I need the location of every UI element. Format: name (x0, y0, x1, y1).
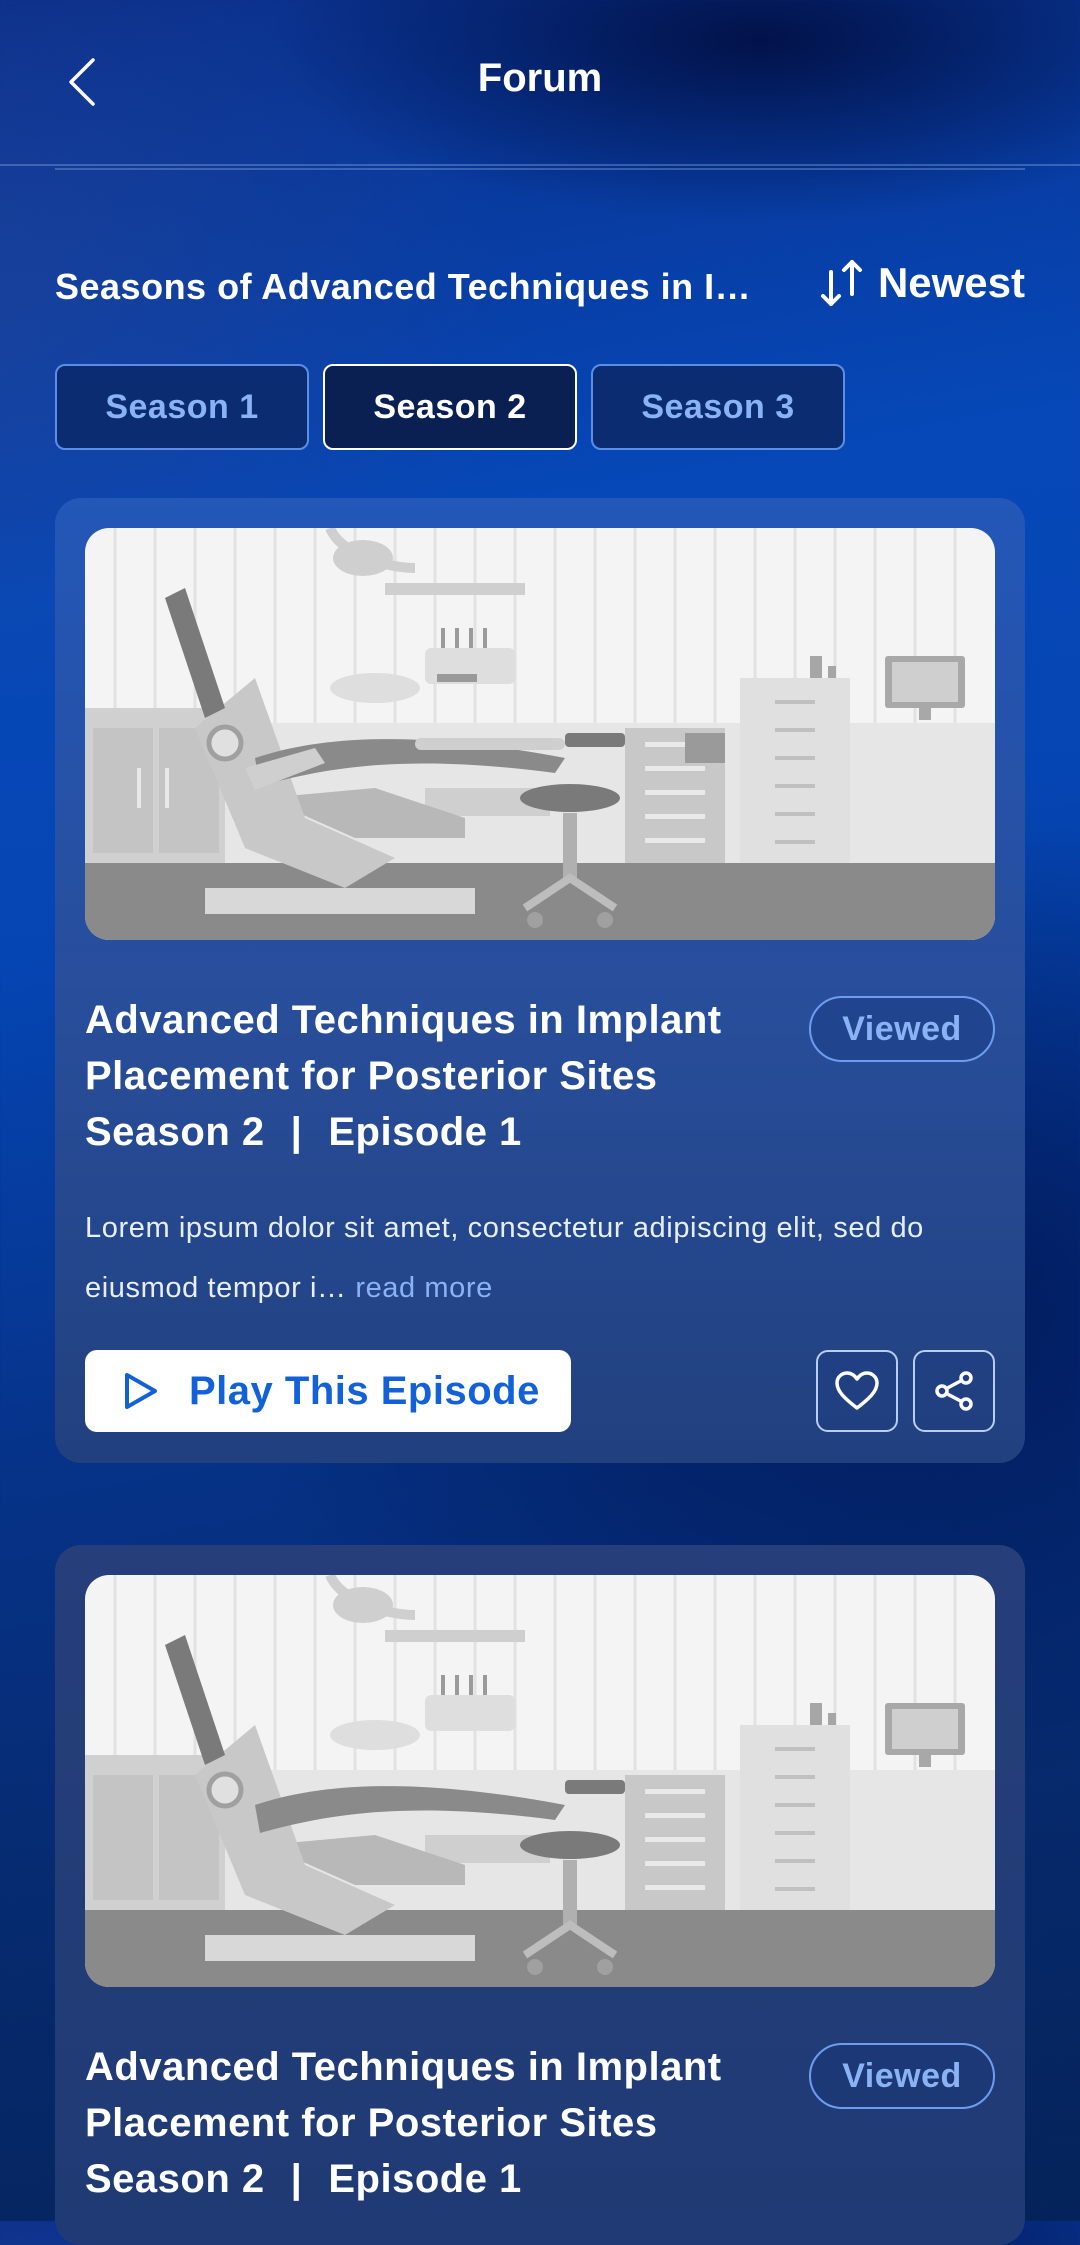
episode-title-line-2: Placement for Posterior Sites (85, 2101, 658, 2145)
episode-description: Lorem ipsum dolor sit amet, consectetur … (85, 1198, 995, 1318)
episode-title: Advanced Techniques in Implant Placement… (85, 992, 785, 1104)
dental-clinic-illustration (85, 528, 995, 940)
episode-title-line-1: Advanced Techniques in Implant (85, 2045, 722, 2089)
episode-thumbnail[interactable] (85, 528, 995, 940)
episode-card: Advanced Techniques in Implant Placement… (55, 498, 1025, 1463)
viewed-badge: Viewed (809, 996, 995, 1062)
sort-arrows-icon (820, 260, 862, 306)
sort-button[interactable]: Newest (820, 258, 1025, 308)
episode-title-line-2: Placement for Posterior Sites (85, 1054, 658, 1098)
episode-number: Episode 1 (328, 2157, 522, 2201)
season-label: Season 2 (85, 1110, 265, 1154)
season-label: Season 2 (85, 2157, 265, 2201)
tab-season-3[interactable]: Season 3 (591, 364, 845, 450)
app-header: Forum (0, 0, 1080, 168)
episode-card: Advanced Techniques in Implant Placement… (55, 1545, 1025, 2245)
read-more-link[interactable]: read more (355, 1272, 493, 1304)
play-icon (125, 1373, 157, 1409)
episode-title-line-1: Advanced Techniques in Implant (85, 998, 722, 1042)
episode-thumbnail[interactable] (85, 1575, 995, 1987)
seasons-row: Seasons of Advanced Techniques in Implan… (55, 258, 1025, 318)
episode-meta: Season 2 | Episode 1 (85, 1110, 522, 1155)
tab-season-1[interactable]: Season 1 (55, 364, 309, 450)
share-button[interactable] (913, 1350, 995, 1432)
like-button[interactable] (816, 1350, 898, 1432)
heart-icon (835, 1371, 879, 1410)
meta-separator: | (290, 2157, 303, 2201)
viewed-badge: Viewed (809, 2043, 995, 2109)
meta-separator: | (290, 1110, 303, 1154)
season-tabs: Season 1 Season 2 Season 3 (55, 364, 845, 450)
share-icon (935, 1371, 973, 1411)
tab-season-2[interactable]: Season 2 (323, 364, 577, 450)
content-divider (55, 168, 1025, 170)
page-title: Forum (477, 56, 603, 100)
header-divider (0, 164, 1080, 166)
description-text: Lorem ipsum dolor sit amet, consectetur … (85, 1212, 924, 1304)
seasons-heading: Seasons of Advanced Techniques in Implan… (55, 266, 775, 307)
sort-label: Newest (877, 259, 1025, 306)
episode-number: Episode 1 (328, 1110, 522, 1154)
play-episode-label: Play This Episode (189, 1368, 540, 1413)
play-episode-button[interactable]: Play This Episode (85, 1350, 571, 1432)
dental-clinic-illustration (85, 1575, 995, 1987)
episode-meta: Season 2 | Episode 1 (85, 2157, 522, 2202)
episode-title: Advanced Techniques in Implant Placement… (85, 2039, 785, 2151)
